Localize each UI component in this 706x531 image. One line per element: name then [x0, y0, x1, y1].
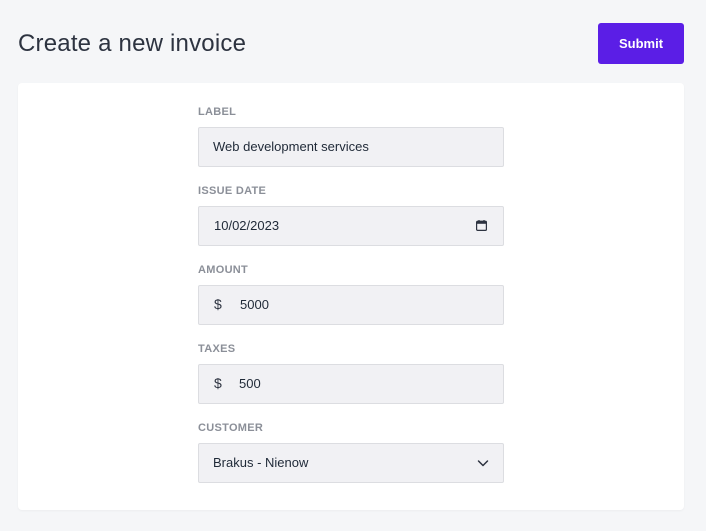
label-input[interactable]: Web development services	[198, 127, 504, 167]
amount-input[interactable]: $ 5000	[198, 285, 504, 325]
amount-currency-symbol: $	[214, 296, 222, 312]
issue-date-value: 10/02/2023	[214, 218, 280, 233]
taxes-value: 500	[239, 376, 261, 391]
customer-select[interactable]: Brakus - Nienow	[198, 443, 504, 483]
taxes-currency-symbol: $	[214, 375, 222, 391]
amount-value: 5000	[240, 297, 269, 312]
customer-caption: CUSTOMER	[198, 422, 264, 434]
issue-date-caption: ISSUE DATE	[198, 185, 267, 197]
page-header: Create a new invoice Submit	[18, 0, 684, 83]
label-input-value: Web development services	[213, 139, 369, 154]
label-field-caption: LABEL	[198, 106, 237, 118]
chevron-down-icon[interactable]	[477, 458, 489, 468]
customer-selected-value: Brakus - Nienow	[213, 455, 309, 470]
issue-date-input[interactable]: 10/02/2023	[198, 206, 504, 246]
invoice-form-card: LABEL Web development services ISSUE DAT…	[18, 83, 684, 510]
amount-caption: AMOUNT	[198, 264, 249, 276]
page-title: Create a new invoice	[18, 30, 247, 57]
submit-button[interactable]: Submit	[598, 23, 684, 64]
taxes-input[interactable]: $ 500	[198, 364, 504, 404]
calendar-icon[interactable]	[476, 220, 487, 231]
taxes-caption: TAXES	[198, 343, 236, 355]
